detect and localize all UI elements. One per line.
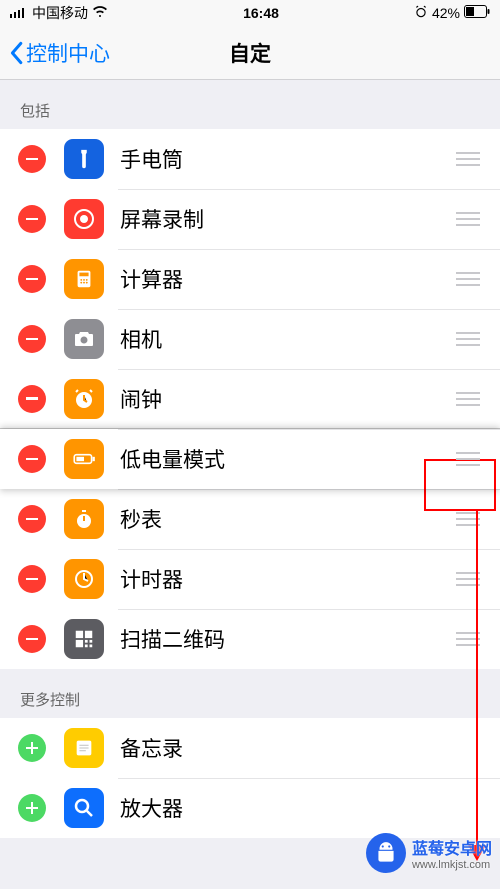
include-row-flashlight: 手电筒 bbox=[0, 129, 500, 189]
row-label: 放大器 bbox=[120, 793, 486, 823]
back-button[interactable]: 控制中心 bbox=[8, 38, 110, 68]
watermark-url: www.lmkjst.com bbox=[412, 859, 492, 871]
reorder-grip[interactable] bbox=[450, 446, 486, 472]
row-label: 屏幕录制 bbox=[120, 204, 450, 234]
watermark-title: 蓝莓安卓网 bbox=[412, 841, 492, 858]
include-row-calculator: 计算器 bbox=[0, 249, 500, 309]
add-button[interactable] bbox=[18, 794, 46, 822]
more-header: 更多控制 bbox=[0, 669, 500, 718]
record-icon bbox=[64, 199, 104, 239]
row-label: 计算器 bbox=[120, 264, 450, 294]
stopwatch-icon bbox=[64, 499, 104, 539]
row-label: 低电量模式 bbox=[120, 444, 450, 474]
reorder-grip[interactable] bbox=[450, 386, 486, 412]
row-label: 相机 bbox=[120, 324, 450, 354]
alarm-status-icon bbox=[414, 5, 428, 22]
battery-icon bbox=[464, 5, 490, 21]
nav-bar: 控制中心 自定 bbox=[0, 26, 500, 80]
watermark: 蓝莓安卓网 www.lmkjst.com bbox=[366, 833, 492, 873]
include-list: 手电筒屏幕录制计算器相机闹钟低电量模式秒表计时器扫描二维码 bbox=[0, 129, 500, 669]
wifi-icon bbox=[92, 5, 108, 21]
row-label: 备忘录 bbox=[120, 733, 486, 763]
chevron-left-icon bbox=[8, 41, 24, 65]
remove-button[interactable] bbox=[18, 565, 46, 593]
status-bar: 中国移动 16:48 42% bbox=[0, 0, 500, 26]
clock-label: 16:48 bbox=[243, 5, 279, 21]
remove-button[interactable] bbox=[18, 385, 46, 413]
reorder-grip[interactable] bbox=[450, 326, 486, 352]
include-row-stopwatch: 秒表 bbox=[0, 489, 500, 549]
clock-icon bbox=[64, 379, 104, 419]
include-row-qrscan: 扫描二维码 bbox=[0, 609, 500, 669]
back-label: 控制中心 bbox=[26, 38, 110, 68]
include-header: 包括 bbox=[0, 80, 500, 129]
watermark-icon bbox=[366, 833, 406, 873]
remove-button[interactable] bbox=[18, 505, 46, 533]
row-label: 计时器 bbox=[120, 564, 450, 594]
more-list: 备忘录放大器 bbox=[0, 718, 500, 838]
calculator-icon bbox=[64, 259, 104, 299]
carrier-label: 中国移动 bbox=[32, 3, 88, 23]
more-row-notes: 备忘录 bbox=[0, 718, 500, 778]
more-row-magnifier: 放大器 bbox=[0, 778, 500, 838]
include-row-camera: 相机 bbox=[0, 309, 500, 369]
timer-icon bbox=[64, 559, 104, 599]
magnifier-icon bbox=[64, 788, 104, 828]
reorder-grip[interactable] bbox=[450, 566, 486, 592]
camera-icon bbox=[64, 319, 104, 359]
add-button[interactable] bbox=[18, 734, 46, 762]
reorder-grip[interactable] bbox=[450, 146, 486, 172]
row-label: 扫描二维码 bbox=[120, 624, 450, 654]
remove-button[interactable] bbox=[18, 205, 46, 233]
remove-button[interactable] bbox=[18, 265, 46, 293]
battery-icon bbox=[64, 439, 104, 479]
row-label: 秒表 bbox=[120, 504, 450, 534]
reorder-grip[interactable] bbox=[450, 266, 486, 292]
row-label: 闹钟 bbox=[120, 384, 450, 414]
reorder-grip[interactable] bbox=[450, 626, 486, 652]
reorder-grip[interactable] bbox=[450, 506, 486, 532]
include-row-lowpower: 低电量模式 bbox=[0, 429, 500, 489]
remove-button[interactable] bbox=[18, 445, 46, 473]
signal-icon bbox=[10, 5, 28, 21]
battery-percent: 42% bbox=[432, 5, 460, 21]
include-row-screenrec: 屏幕录制 bbox=[0, 189, 500, 249]
include-row-alarm: 闹钟 bbox=[0, 369, 500, 429]
notes-icon bbox=[64, 728, 104, 768]
row-label: 手电筒 bbox=[120, 144, 450, 174]
remove-button[interactable] bbox=[18, 625, 46, 653]
page-title: 自定 bbox=[229, 38, 271, 68]
remove-button[interactable] bbox=[18, 145, 46, 173]
qr-icon bbox=[64, 619, 104, 659]
flashlight-icon bbox=[64, 139, 104, 179]
reorder-grip[interactable] bbox=[450, 206, 486, 232]
include-row-timer: 计时器 bbox=[0, 549, 500, 609]
remove-button[interactable] bbox=[18, 325, 46, 353]
